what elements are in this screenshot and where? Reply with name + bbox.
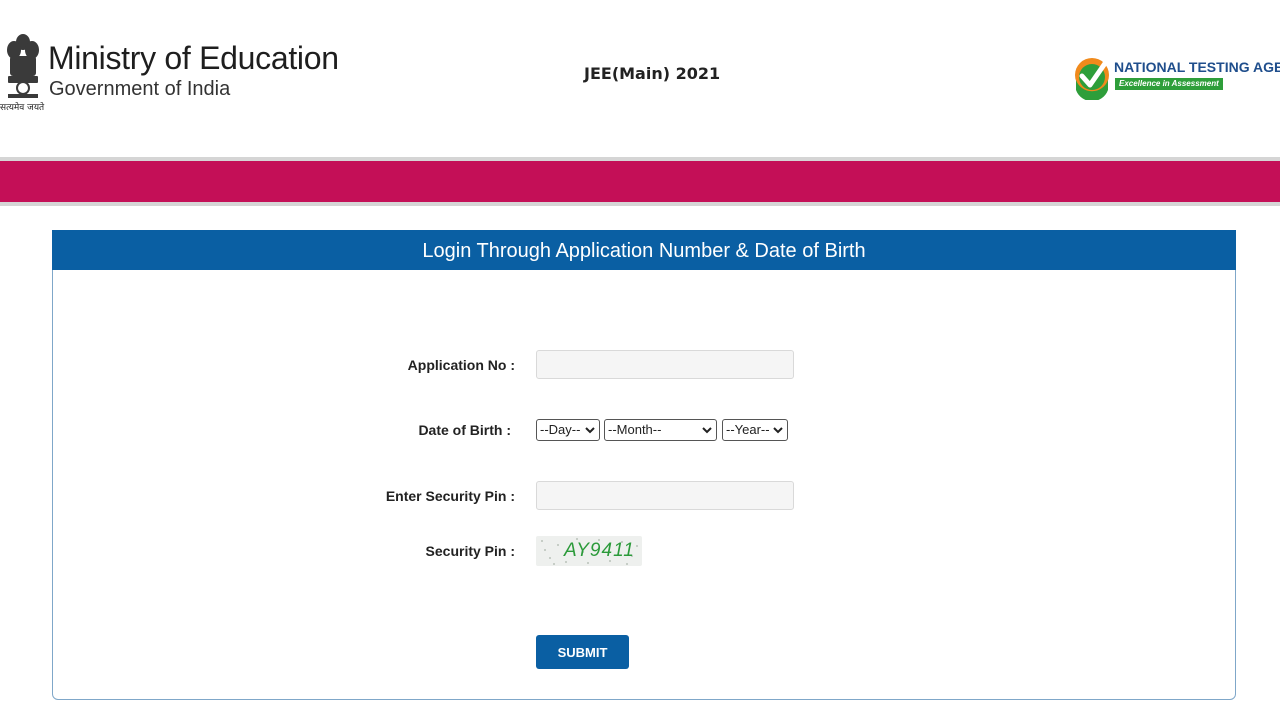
chevron-down-icon <box>773 427 783 434</box>
login-page: सत्यमेव जयते Ministry of Education Gover… <box>0 0 1280 720</box>
ministry-subtitle: Government of India <box>49 78 231 100</box>
exam-title: JEE(Main) 2021 <box>584 64 721 83</box>
dob-month-value: --Month-- <box>608 422 662 437</box>
security-pin-input[interactable] <box>536 481 794 510</box>
application-no-label: Application No : <box>407 357 515 373</box>
agency-tagline: Excellence in Assessment <box>1115 78 1223 90</box>
dob-month-select[interactable]: --Month-- <box>604 419 717 441</box>
dob-year-value: --Year-- <box>726 422 770 437</box>
header-band <box>0 161 1280 202</box>
security-pin-input-label: Enter Security Pin : <box>385 488 515 504</box>
nta-check-icon <box>1075 56 1111 100</box>
login-panel-title: Login Through Application Number & Date … <box>52 230 1236 270</box>
chevron-down-icon <box>702 427 712 434</box>
captcha-image: AY9411 <box>536 536 642 566</box>
application-no-input[interactable] <box>536 350 794 379</box>
dob-label: Date of Birth : <box>418 422 511 438</box>
site-header: सत्यमेव जयते Ministry of Education Gover… <box>0 0 1280 158</box>
captcha-code: AY9411 <box>564 540 635 561</box>
dob-day-value: --Day-- <box>540 422 581 437</box>
dob-day-select[interactable]: --Day-- <box>536 419 600 441</box>
login-panel: Login Through Application Number & Date … <box>52 230 1236 700</box>
submit-button[interactable]: SUBMIT <box>536 635 629 669</box>
security-pin-label: Security Pin : <box>425 543 515 559</box>
agency-name: NATIONAL TESTING AGENCY <box>1114 59 1280 75</box>
emblem-motto: सत्यमेव जयते <box>0 103 45 113</box>
ministry-title: Ministry of Education <box>48 40 339 76</box>
dob-year-select[interactable]: --Year-- <box>722 419 788 441</box>
band-border-bottom <box>0 202 1280 206</box>
chevron-down-icon <box>585 427 595 434</box>
